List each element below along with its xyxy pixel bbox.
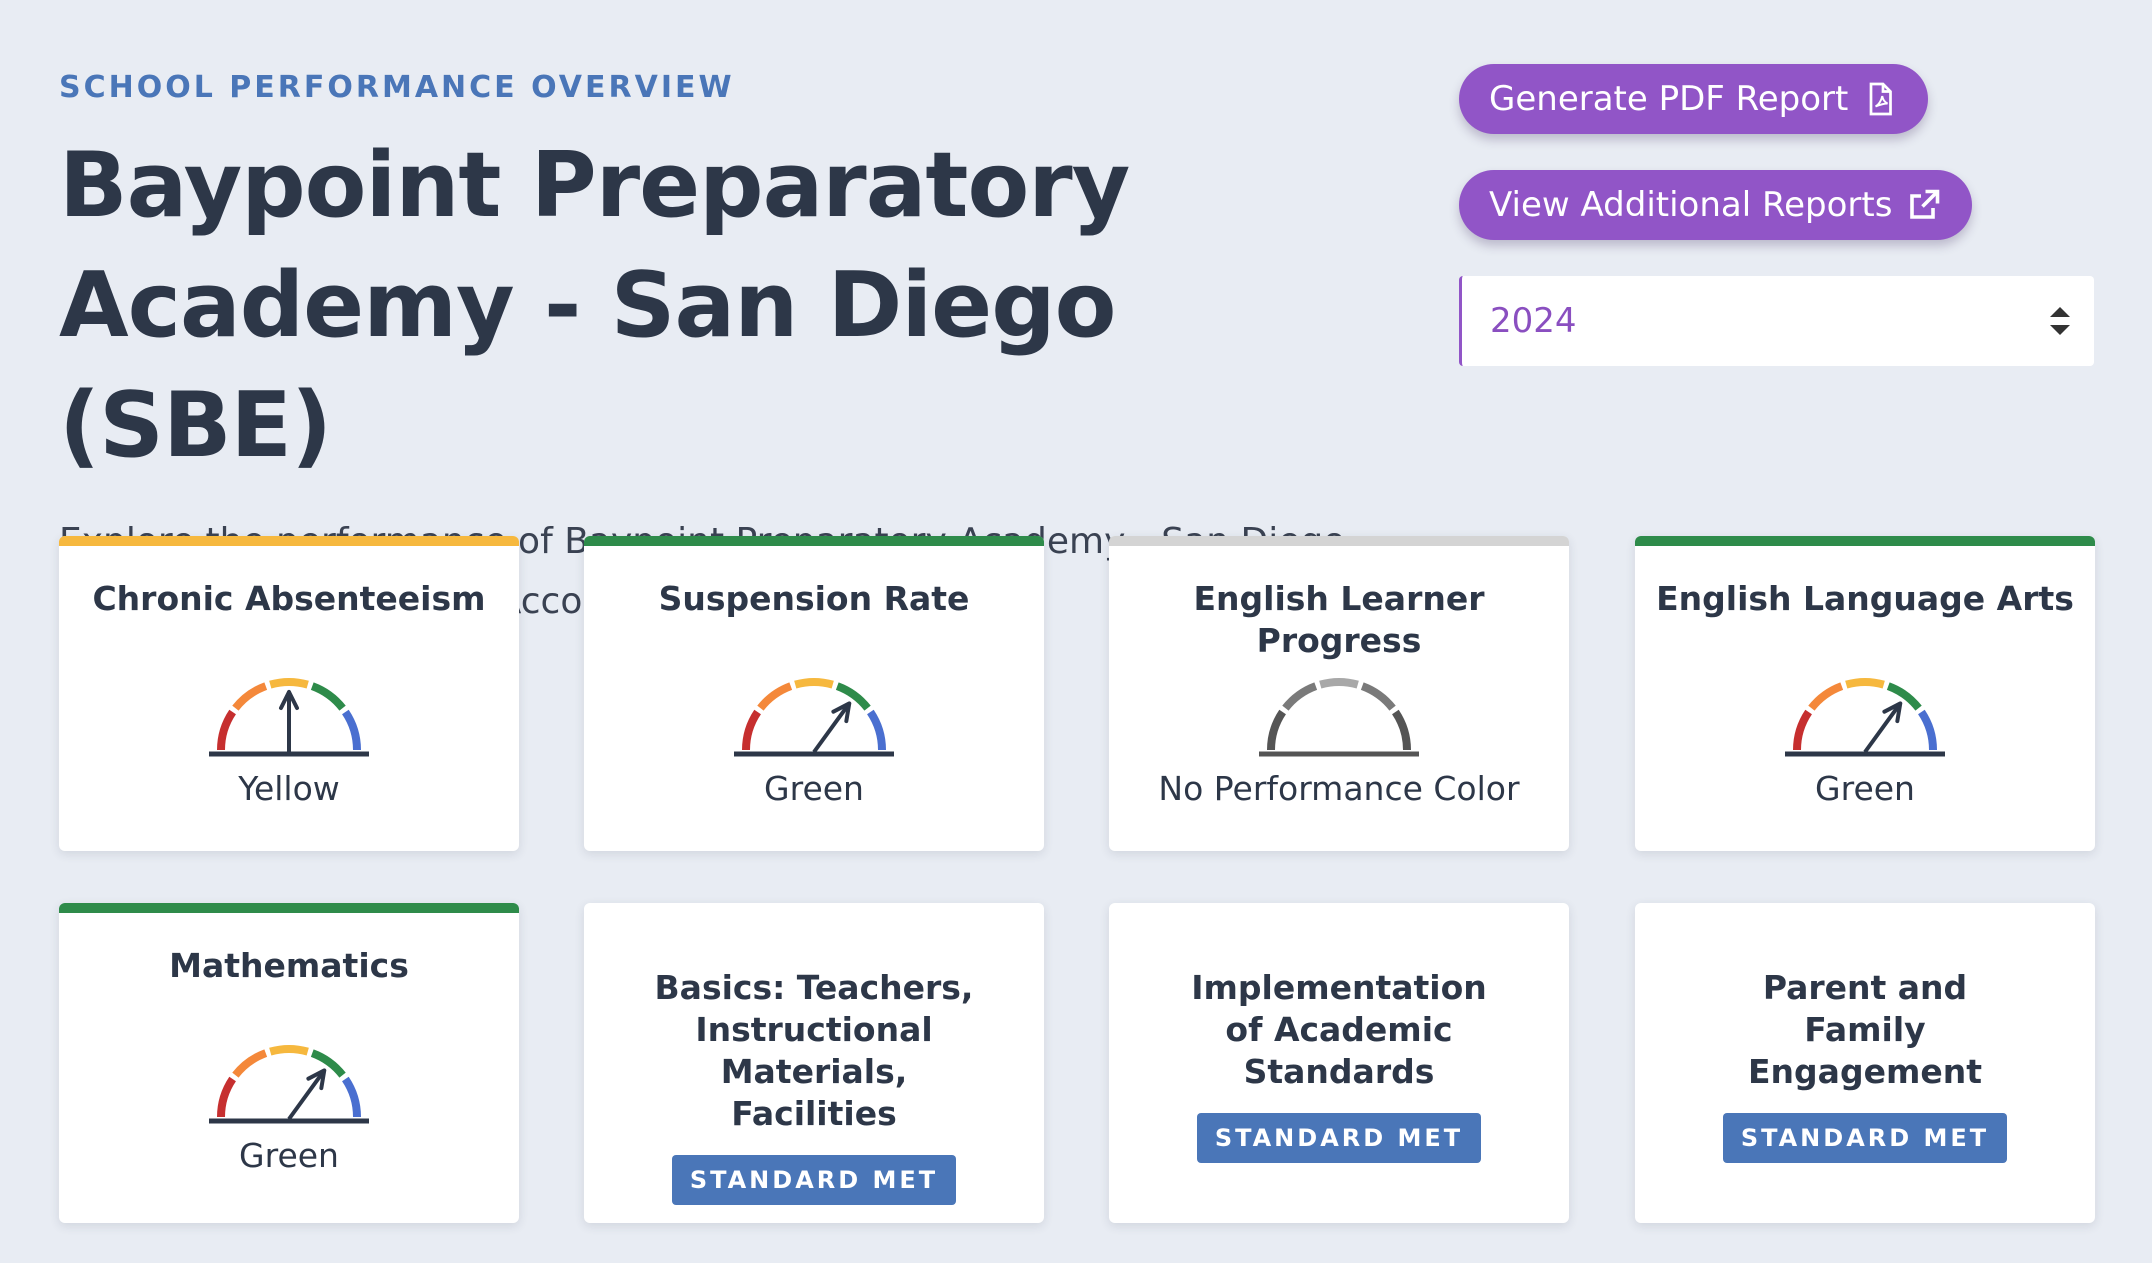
gauge-segment [757, 682, 793, 711]
gauge-segment [1845, 678, 1885, 689]
gauge-segment [1360, 682, 1396, 711]
status-color-bar [1109, 536, 1569, 546]
external-link-icon [1910, 189, 1940, 219]
gauge-segment [269, 678, 309, 689]
gauge-segment [794, 678, 834, 689]
gauge-segment [1917, 709, 1937, 751]
local-indicator-title: Parent and Family Engagement [1748, 968, 1982, 1091]
indicator-card-english-language-arts[interactable]: English Language Arts Green [1635, 536, 2095, 851]
indicator-status: Green [764, 769, 864, 808]
gauge-segment [217, 709, 237, 751]
page-title-line-1: Baypoint Preparatory [59, 133, 1130, 238]
indicator-card-mathematics[interactable]: Mathematics Green [59, 903, 519, 1223]
indicator-card-chronic-absenteeism[interactable]: Chronic Absenteeism Yellow [59, 536, 519, 851]
indicator-title: Suspension Rate [658, 579, 970, 618]
status-badge: STANDARD MET [1722, 1113, 2008, 1163]
pdf-file-icon [1870, 82, 1893, 116]
gauge-segment [1267, 709, 1287, 751]
gauge-segment [341, 1076, 361, 1118]
indicator-title: Chronic Absenteeism [92, 579, 486, 618]
indicator-card-english-learner-progress[interactable]: English Learner Progress No Performance … [1109, 536, 1569, 851]
gauge-icon [1785, 678, 1945, 757]
gauge-needle [1863, 705, 1900, 754]
generate-pdf-report-button[interactable]: Generate PDF Report [1459, 64, 1929, 134]
gauge-segment [310, 1049, 346, 1078]
gauge-segment [1808, 682, 1844, 711]
local-indicator-title: Basics: Teachers, Instructional Material… [654, 968, 974, 1133]
local-indicator-title: Implementation of Academic Standards [1191, 968, 1487, 1091]
view-additional-reports-button[interactable]: View Additional Reports [1459, 170, 1973, 240]
indicator-status: Yellow [238, 769, 340, 808]
local-indicator-card-basics[interactable]: Basics: Teachers, Instructional Material… [584, 903, 1044, 1223]
gauge-segment [217, 1076, 237, 1118]
sort-arrows-icon [2050, 307, 2070, 335]
local-indicator-card-parent-family-engagement[interactable]: Parent and Family Engagement STANDARD ME… [1635, 903, 2095, 1223]
gauge-segment [1319, 678, 1359, 689]
status-badge: STANDARD MET [671, 1155, 957, 1205]
indicator-status: No Performance Color [1158, 769, 1520, 808]
status-badge: STANDARD MET [1196, 1113, 1482, 1163]
gauge-segment [1886, 682, 1922, 711]
status-color-bar [1635, 536, 2095, 546]
gauge-needle [287, 1072, 324, 1121]
indicator-title: English Learner Progress [1193, 579, 1485, 660]
gauge-segment [341, 709, 361, 751]
gauge-segment [310, 682, 346, 711]
indicator-status: Green [1815, 769, 1915, 808]
gauge-segment [1282, 682, 1318, 711]
generate-pdf-report-label: Generate PDF Report [1489, 79, 1849, 119]
year-select-value: 2024 [1490, 301, 1577, 341]
status-color-bar [59, 536, 519, 546]
gauge-icon [1259, 678, 1419, 757]
gauge-segment [269, 1045, 309, 1056]
status-color-bar [59, 903, 519, 913]
gauge-icon [734, 678, 894, 757]
gauge-segment [232, 682, 268, 711]
gauge-icon [209, 1045, 369, 1124]
indicator-card-suspension-rate[interactable]: Suspension Rate Green [584, 536, 1044, 851]
gauge-segment [742, 709, 762, 751]
gauge-segment [1793, 709, 1813, 751]
indicator-title: Mathematics [169, 946, 409, 985]
header-actions: Generate PDF Report View Additional Repo… [1459, 64, 2094, 366]
page-title-line-2: Academy - San Diego (SBE) [59, 253, 1116, 478]
indicator-title: English Language Arts [1656, 579, 2074, 618]
gauge-needle [812, 705, 849, 754]
gauge-segment [232, 1049, 268, 1078]
view-additional-reports-label: View Additional Reports [1489, 185, 1893, 225]
gauge-segment [1391, 709, 1411, 751]
page-title: Baypoint Preparatory Academy - San Diego… [59, 126, 1399, 486]
gauge-icon [209, 678, 369, 757]
page-eyebrow: SCHOOL PERFORMANCE OVERVIEW [59, 70, 735, 105]
indicator-status: Green [239, 1136, 339, 1175]
local-indicator-card-academic-standards[interactable]: Implementation of Academic Standards STA… [1109, 903, 1569, 1223]
status-color-bar [584, 536, 1044, 546]
year-select[interactable]: 2024 [1459, 276, 2094, 366]
gauge-segment [866, 709, 886, 751]
gauge-segment [835, 682, 871, 711]
